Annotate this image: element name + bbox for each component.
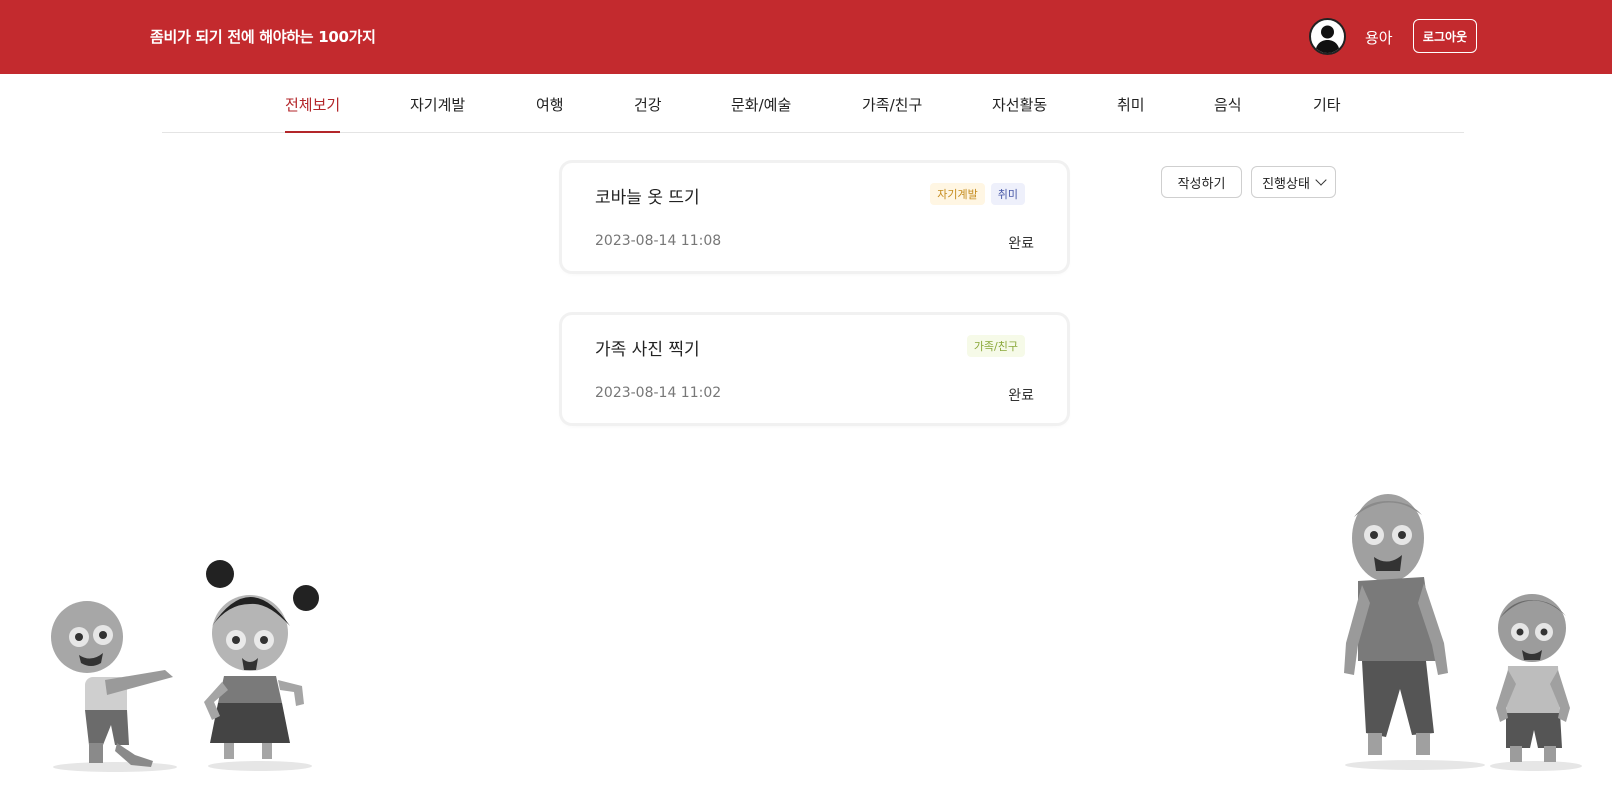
tab-self-development[interactable]: 자기계발 xyxy=(410,94,465,131)
post-card[interactable]: 가족 사진 찍기 가족/친구 2023-08-14 11:02 완료 xyxy=(562,315,1067,423)
tab-culture-art[interactable]: 문화/예술 xyxy=(731,94,791,131)
post-title: 코바늘 옷 뜨기 xyxy=(595,188,700,208)
tab-food[interactable]: 음식 xyxy=(1214,94,1242,131)
post-status: 완료 xyxy=(1008,236,1034,252)
tab-etc[interactable]: 기타 xyxy=(1313,94,1341,131)
tab-all[interactable]: 전체보기 xyxy=(285,94,341,133)
tab-family-friends[interactable]: 가족/친구 xyxy=(862,94,922,131)
category-nav: 전체보기 자기계발 여행 건강 문화/예술 가족/친구 자선활동 취미 음식 기… xyxy=(162,74,1464,133)
post-date: 2023-08-14 11:02 xyxy=(595,385,722,401)
post-tags: 자기계발 취미 xyxy=(930,183,1025,205)
site-title[interactable]: 좀비가 되기 전에 해야하는 100가지 xyxy=(150,26,376,47)
username[interactable]: 용아 xyxy=(1365,27,1393,48)
tab-hobby[interactable]: 취미 xyxy=(1117,94,1145,131)
top-header: 좀비가 되기 전에 해야하는 100가지 용아 로그아웃 xyxy=(0,0,1612,74)
post-date: 2023-08-14 11:08 xyxy=(595,233,722,249)
post-title: 가족 사진 찍기 xyxy=(595,340,700,360)
post-status: 완료 xyxy=(1008,388,1034,404)
zombie-boy-illustration xyxy=(51,601,177,772)
post-card[interactable]: 코바늘 옷 뜨기 자기계발 취미 2023-08-14 11:08 완료 xyxy=(562,163,1067,271)
tab-travel[interactable]: 여행 xyxy=(536,94,564,131)
tab-charity[interactable]: 자선활동 xyxy=(992,94,1047,131)
category-tag: 자기계발 xyxy=(930,183,985,205)
status-filter-dropdown[interactable]: 진행상태 xyxy=(1251,166,1336,198)
zombie-man-illustration xyxy=(1344,494,1485,770)
post-tags: 가족/친구 xyxy=(966,335,1025,357)
zombie-kid-illustration xyxy=(1490,594,1582,771)
tab-health[interactable]: 건강 xyxy=(634,94,662,131)
zombie-girl-illustration xyxy=(204,560,319,771)
write-button[interactable]: 작성하기 xyxy=(1161,166,1242,198)
category-tag: 가족/친구 xyxy=(966,335,1025,357)
user-avatar-icon[interactable] xyxy=(1309,18,1346,55)
category-tag: 취미 xyxy=(990,183,1025,205)
logout-button[interactable]: 로그아웃 xyxy=(1413,19,1477,53)
chevron-down-icon xyxy=(1315,174,1327,186)
status-filter-label: 진행상태 xyxy=(1262,176,1310,192)
